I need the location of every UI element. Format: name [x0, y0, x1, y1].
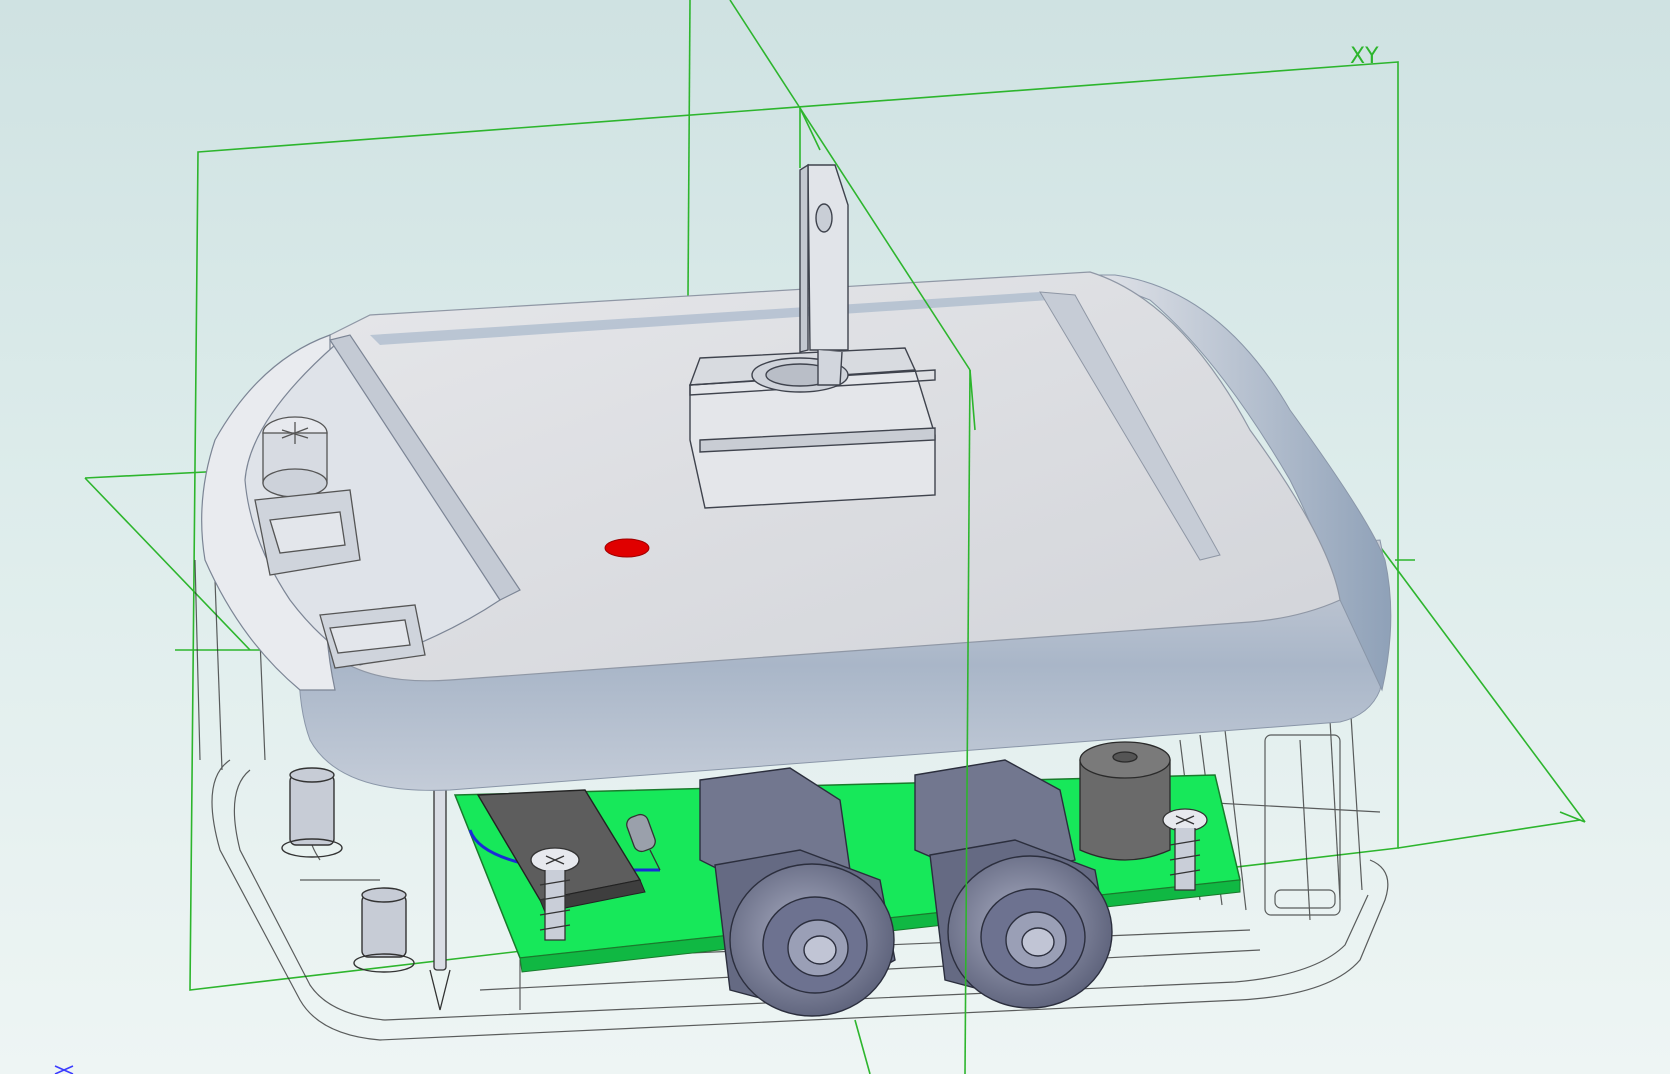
- probe-pin[interactable]: [429, 779, 451, 1011]
- indicator-led: [604, 538, 650, 558]
- coordinate-triad: [54, 1065, 74, 1074]
- latch-screw[interactable]: [262, 416, 328, 498]
- plane-label-xy: XY: [1350, 44, 1379, 69]
- hex-standoff-left-rear[interactable]: [281, 767, 343, 858]
- datum-label-xy: XY: [1350, 44, 1379, 69]
- buzzer-cylinder[interactable]: [1079, 741, 1171, 861]
- key-switch-body[interactable]: [688, 347, 936, 509]
- cad-viewport[interactable]: XY: [0, 0, 1670, 1074]
- hex-standoff-left-front[interactable]: [353, 887, 415, 973]
- model-canvas[interactable]: XY: [0, 0, 1670, 1074]
